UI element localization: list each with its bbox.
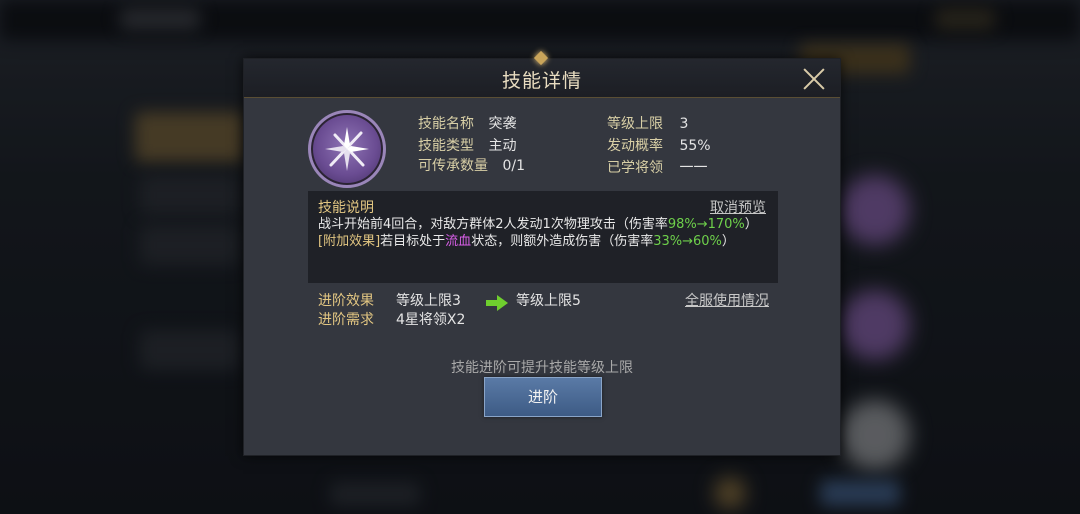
bleed-status-text: 流血	[445, 234, 472, 249]
trigger-rate-label: 发动概率	[607, 138, 663, 154]
description-line1-prefix: 战斗开始前4回合，对敌方群体2人发动1次物理攻击（伤害率	[318, 217, 668, 232]
server-usage-link[interactable]: 全服使用情况	[685, 290, 769, 310]
dialog-title-bar: 技能详情	[244, 50, 840, 98]
arrow-right-icon	[486, 295, 508, 311]
skill-type-value: 主动	[488, 138, 517, 154]
trigger-rate-value: 55%	[679, 138, 711, 154]
advance-requirement-value: 4星将领X2	[396, 312, 466, 328]
advance-effect-to: 等级上限5	[516, 293, 581, 309]
inherit-count-label: 可传承数量	[418, 158, 488, 174]
level-cap-value: 3	[679, 116, 689, 132]
level-cap-label: 等级上限	[607, 116, 663, 132]
description-line2-suffix: ）	[721, 234, 735, 249]
skill-name-label: 技能名称	[418, 116, 474, 132]
level-cap-row: 等级上限 3	[607, 113, 688, 133]
description-line2-rate: 33%→60%	[653, 234, 722, 249]
description-title: 技能说明	[318, 200, 374, 216]
skill-type-label: 技能类型	[418, 138, 474, 154]
skill-name-value: 突袭	[488, 116, 517, 132]
inherit-count-row: 可传承数量 0/1	[418, 155, 525, 175]
description-text: 战斗开始前4回合，对敌方群体2人发动1次物理攻击（伤害率98%→170%） [附…	[318, 216, 770, 250]
learned-generals-row: 已学将领 一一	[607, 157, 707, 177]
skill-description-box: 技能说明 取消预览 战斗开始前4回合，对敌方群体2人发动1次物理攻击（伤害率98…	[308, 191, 778, 283]
advance-requirement-label: 进阶需求	[318, 312, 374, 328]
advance-button[interactable]: 进阶	[484, 377, 602, 417]
description-line1-rate: 98%→170%	[667, 217, 745, 232]
description-line2-mid: 状态，则额外造成伤害（伤害率	[471, 234, 654, 249]
advance-hint-text: 技能进阶可提升技能等级上限	[451, 360, 633, 376]
close-icon[interactable]	[802, 67, 826, 91]
advance-effect-label: 进阶效果	[318, 293, 374, 309]
cancel-preview-link[interactable]: 取消预览	[710, 197, 766, 217]
skill-name-row: 技能名称 突袭	[418, 113, 516, 133]
extra-effect-tag: [附加效果]	[318, 234, 381, 249]
trigger-rate-row: 发动概率 55%	[607, 135, 711, 155]
description-line1-suffix: ）	[744, 217, 758, 232]
skill-type-row: 技能类型 主动	[418, 135, 516, 155]
learned-generals-label: 已学将领	[607, 160, 663, 176]
crossed-swords-icon	[308, 110, 386, 188]
description-line2-prefix: 若目标处于	[380, 234, 446, 249]
inherit-count-value: 0/1	[502, 158, 525, 174]
learned-generals-value: 一一	[679, 160, 708, 176]
skill-detail-dialog: 技能详情 技能名称 突袭 技能类型 主动 可传承数量 0/1 等级上限 3 发动…	[243, 50, 841, 456]
advance-effect-from: 等级上限3	[396, 293, 461, 309]
dialog-title: 技能详情	[501, 70, 582, 92]
